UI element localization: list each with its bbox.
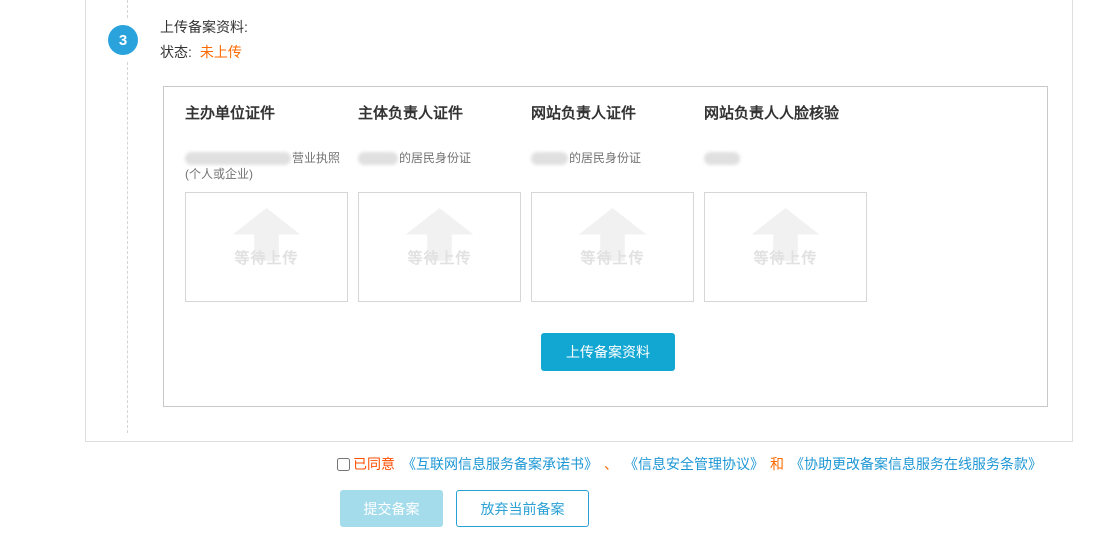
status-label: 状态: — [160, 44, 192, 60]
column-header: 网站负责人人脸核验 — [704, 105, 840, 122]
redacted-text — [531, 152, 568, 166]
column-site-owner-certificate: 网站负责人证件 的居民身份证 等待上传 — [531, 104, 694, 302]
redacted-text — [358, 152, 398, 166]
column-description — [704, 150, 867, 187]
upload-dropzone-site-owner[interactable]: 等待上传 — [531, 192, 694, 302]
redacted-text — [704, 152, 740, 166]
description-suffix: 营业执照 — [292, 151, 341, 165]
link-commitment-letter[interactable]: 《互联网信息服务备案承诺书》 — [402, 454, 598, 474]
description-suffix: 的居民身份证 — [569, 151, 642, 165]
beian-upload-page: 3 上传备案资料: 状态: 未上传 主办单位证件 营业执照 (个人或企业) 等待上… — [0, 0, 1102, 547]
separator-and: 和 — [770, 456, 784, 472]
column-subject-owner-certificate: 主体负责人证件 的居民身份证 等待上传 — [358, 104, 521, 302]
certificates-panel: 主办单位证件 营业执照 (个人或企业) 等待上传 主体负责人证件 的居民身份证 … — [163, 86, 1048, 407]
upload-materials-button[interactable]: 上传备案资料 — [541, 333, 675, 371]
column-face-verification: 网站负责人人脸核验 等待上传 — [704, 104, 867, 302]
column-header: 主办单位证件 — [185, 105, 276, 122]
certificate-columns: 主办单位证件 营业执照 (个人或企业) 等待上传 主体负责人证件 的居民身份证 … — [185, 104, 1047, 302]
link-online-service-terms[interactable]: 《协助更改备案信息服务在线服务条款》 — [790, 454, 1042, 474]
step-connector-line-bottom — [127, 62, 128, 433]
description-suffix: 的居民身份证 — [399, 151, 472, 165]
status-value: 未上传 — [199, 44, 242, 60]
separator-comma: 、 — [604, 456, 618, 472]
upload-placeholder: 等待上传 — [234, 250, 299, 267]
redacted-text — [185, 152, 291, 166]
upload-dropzone-face-verification[interactable]: 等待上传 — [704, 192, 867, 302]
agree-label: 已同意 — [353, 456, 395, 472]
step-number-badge: 3 — [108, 25, 138, 55]
step-connector-line-top — [127, 0, 128, 18]
step-status: 状态: 未上传 — [160, 42, 242, 62]
column-header: 主体负责人证件 — [358, 105, 464, 122]
column-description: 的居民身份证 — [358, 150, 521, 187]
upload-dropzone-organizer[interactable]: 等待上传 — [185, 192, 348, 302]
column-header: 网站负责人证件 — [531, 105, 637, 122]
upload-placeholder: 等待上传 — [407, 250, 472, 267]
abandon-filing-button[interactable]: 放弃当前备案 — [456, 490, 589, 527]
step-number: 3 — [118, 31, 128, 49]
description-line2: (个人或企业) — [185, 167, 253, 181]
step-title: 上传备案资料: — [160, 19, 248, 35]
agreement-row: 已同意 《互联网信息服务备案承诺书》 、 《信息安全管理协议》 和 《协助更改备… — [337, 454, 1042, 474]
upload-dropzone-subject-owner[interactable]: 等待上传 — [358, 192, 521, 302]
link-security-agreement[interactable]: 《信息安全管理协议》 — [624, 454, 764, 474]
upload-placeholder: 等待上传 — [580, 250, 645, 267]
upload-placeholder: 等待上传 — [753, 250, 818, 267]
column-description: 的居民身份证 — [531, 150, 694, 187]
column-organizer-certificate: 主办单位证件 营业执照 (个人或企业) 等待上传 — [185, 104, 348, 302]
submit-filing-button[interactable]: 提交备案 — [340, 490, 443, 527]
agree-checkbox[interactable] — [337, 457, 350, 471]
column-description: 营业执照 (个人或企业) — [185, 150, 348, 187]
